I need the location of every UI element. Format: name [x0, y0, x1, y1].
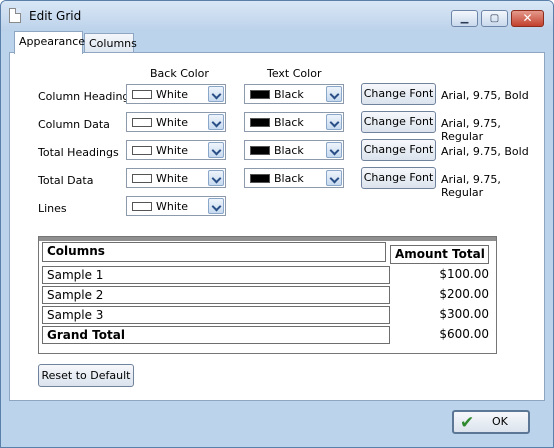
column-heading-font: Arial, 9.75, Bold	[441, 89, 529, 102]
color-swatch	[132, 202, 152, 211]
table-row-amount: $100.00	[439, 267, 489, 281]
amount-total-header: Amount Total	[390, 245, 489, 264]
color-swatch	[250, 118, 270, 127]
chevron-down-icon[interactable]	[208, 142, 224, 158]
chevron-down-icon[interactable]	[208, 114, 224, 130]
chevron-down-icon[interactable]	[326, 142, 342, 158]
table-row-name: Sample 3	[42, 306, 390, 324]
ok-button[interactable]: ✔ OK	[452, 410, 530, 434]
appearance-panel: Back Color Text Color Column Heading Whi…	[9, 52, 545, 401]
table-row-amount: $300.00	[439, 307, 489, 321]
lines-back-color-select[interactable]: White	[126, 196, 226, 216]
table-row-name: Sample 2	[42, 286, 390, 304]
column-heading-change-font-button[interactable]: Change Font	[361, 83, 436, 105]
back-color-header: Back Color	[150, 67, 209, 80]
tab-appearance[interactable]: Appearance	[14, 31, 86, 54]
select-value: Black	[274, 88, 304, 101]
chevron-down-icon[interactable]	[326, 170, 342, 186]
dialog-body: Appearance Columns Back Color Text Color…	[9, 31, 545, 401]
select-value: White	[156, 88, 188, 101]
total-data-change-font-button[interactable]: Change Font	[361, 167, 436, 189]
row-label-column-data: Column Data	[38, 118, 110, 131]
column-data-font: Arial, 9.75, Regular	[441, 117, 501, 143]
columns-header: Columns	[42, 242, 386, 262]
select-value: White	[156, 200, 188, 213]
column-heading-back-color-select[interactable]: White	[126, 84, 226, 104]
chevron-down-icon[interactable]	[208, 86, 224, 102]
color-swatch	[132, 118, 152, 127]
row-label-lines: Lines	[38, 202, 67, 215]
row-label-column-heading: Column Heading	[38, 90, 130, 103]
table-row-name: Sample 1	[42, 266, 390, 284]
chevron-down-icon[interactable]	[208, 170, 224, 186]
minimize-icon: ▁	[460, 13, 469, 24]
reset-to-default-button[interactable]: Reset to Default	[38, 364, 134, 387]
table-row-amount: $200.00	[439, 287, 489, 301]
chevron-down-icon[interactable]	[208, 198, 224, 214]
edit-grid-window: Edit Grid ▁ ▢ ✕ Appearance Columns Back …	[0, 0, 554, 448]
column-data-text-color-select[interactable]: Black	[244, 112, 344, 132]
select-value: White	[156, 172, 188, 185]
ok-button-label: OK	[492, 415, 508, 428]
text-color-header: Text Color	[267, 67, 322, 80]
close-button[interactable]: ✕	[511, 10, 544, 27]
dialog-footer: ✔ OK	[1, 401, 553, 447]
select-value: Black	[274, 116, 304, 129]
row-label-total-headings: Total Headings	[38, 146, 119, 159]
select-value: White	[156, 144, 188, 157]
window-title: Edit Grid	[29, 9, 82, 23]
title-bar: Edit Grid ▁ ▢ ✕	[1, 1, 553, 31]
total-data-text-color-select[interactable]: Black	[244, 168, 344, 188]
grid-top-border	[39, 237, 496, 241]
total-headings-back-color-select[interactable]: White	[126, 140, 226, 160]
tab-columns-label: Columns	[89, 37, 137, 50]
close-icon: ✕	[522, 11, 533, 25]
color-swatch	[132, 90, 152, 99]
minimize-button[interactable]: ▁	[451, 10, 478, 27]
select-value: Black	[274, 144, 304, 157]
column-heading-text-color-select[interactable]: Black	[244, 84, 344, 104]
color-swatch	[132, 174, 152, 183]
column-data-back-color-select[interactable]: White	[126, 112, 226, 132]
total-headings-text-color-select[interactable]: Black	[244, 140, 344, 160]
tab-columns[interactable]: Columns	[84, 33, 137, 52]
grand-total-label: Grand Total	[42, 326, 390, 344]
column-data-change-font-button[interactable]: Change Font	[361, 111, 436, 133]
color-swatch	[250, 146, 270, 155]
maximize-icon: ▢	[489, 13, 500, 24]
total-data-font: Arial, 9.75, Regular	[441, 173, 501, 199]
chevron-down-icon[interactable]	[326, 114, 342, 130]
color-swatch	[250, 90, 270, 99]
tab-appearance-label: Appearance	[19, 35, 86, 48]
select-value: White	[156, 116, 188, 129]
chevron-down-icon[interactable]	[326, 86, 342, 102]
total-headings-font: Arial, 9.75, Bold	[441, 145, 529, 158]
total-data-back-color-select[interactable]: White	[126, 168, 226, 188]
row-label-total-data: Total Data	[38, 174, 94, 187]
color-swatch	[132, 146, 152, 155]
checkmark-icon: ✔	[460, 413, 475, 433]
grid-preview: Columns Amount Total Sample 1 $100.00 Sa…	[38, 236, 497, 354]
total-headings-change-font-button[interactable]: Change Font	[361, 139, 436, 161]
select-value: Black	[274, 172, 304, 185]
document-icon	[9, 8, 21, 23]
maximize-button[interactable]: ▢	[481, 10, 508, 27]
color-swatch	[250, 174, 270, 183]
grand-total-amount: $600.00	[439, 327, 489, 341]
